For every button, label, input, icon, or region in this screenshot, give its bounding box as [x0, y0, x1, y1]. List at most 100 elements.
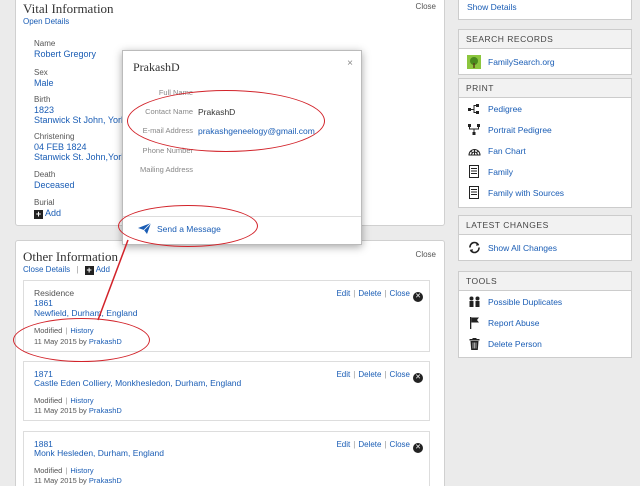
fan-chart-label: Fan Chart — [488, 145, 526, 156]
sex-label: Sex — [34, 68, 48, 77]
card-place[interactable]: Newfield, Durham, England — [34, 308, 137, 318]
sex-field: Sex Male — [34, 68, 54, 88]
report-abuse[interactable]: Report Abuse — [459, 312, 631, 333]
tools-box: TOOLS Possible Duplicates Report Abuse D… — [458, 271, 632, 358]
add-label: Add — [95, 265, 110, 274]
document-icon — [467, 186, 481, 200]
print-box: PRINT Pedigree Portrait Pedigree Fan Cha… — [458, 78, 632, 208]
user-link[interactable]: PrakashD — [89, 476, 122, 485]
familysearch-link[interactable]: FamilySearch.org — [459, 49, 631, 74]
familysearch-label: FamilySearch.org — [488, 56, 555, 67]
document-icon — [467, 165, 481, 179]
christening-date[interactable]: 04 FEB 1824 — [34, 142, 134, 152]
delete-link[interactable]: Delete — [358, 370, 381, 379]
sex-value[interactable]: Male — [34, 78, 54, 88]
birth-field: Birth 1823 Stanwick St John, Yorks. — [34, 95, 133, 125]
search-records-heading: SEARCH RECORDS — [459, 30, 631, 49]
close-icon[interactable]: ✕ — [413, 292, 423, 302]
delete-link[interactable]: Delete — [358, 289, 381, 298]
birth-label: Birth — [34, 95, 51, 104]
death-value[interactable]: Deceased — [34, 180, 75, 190]
history-link[interactable]: History — [70, 396, 93, 405]
modified-date: 11 May 2015 by — [34, 476, 87, 485]
flag-icon — [467, 316, 481, 330]
print-fan-chart[interactable]: Fan Chart — [459, 140, 631, 161]
burial-label: Burial — [34, 198, 55, 207]
other-toolbar: Close Details | + Add — [23, 265, 110, 275]
show-all-changes[interactable]: Show All Changes — [459, 235, 631, 260]
death-label: Death — [34, 170, 56, 179]
print-family-with-sources[interactable]: Family with Sources — [459, 182, 631, 203]
modified-label: Modified — [34, 396, 63, 405]
burial-field: Burial + Add — [34, 198, 61, 219]
burial-add-button[interactable]: + Add — [34, 208, 61, 219]
history-link[interactable]: History — [70, 466, 93, 475]
mailing-address-row: Mailing Address — [123, 165, 363, 177]
birth-place[interactable]: Stanwick St John, Yorks. — [34, 115, 133, 125]
close-icon[interactable]: ✕ — [413, 443, 423, 453]
open-details-link[interactable]: Open Details — [23, 17, 69, 26]
print-pedigree[interactable]: Pedigree — [459, 98, 631, 119]
other-close-link[interactable]: Close — [416, 250, 436, 259]
print-heading: PRINT — [459, 79, 631, 98]
possible-duplicates[interactable]: Possible Duplicates — [459, 291, 631, 312]
christening-place[interactable]: Stanwick St. John,York,E — [34, 152, 134, 162]
plus-icon: + — [34, 209, 43, 219]
card-date-row: 11 May 2015 by PrakashD — [34, 406, 122, 415]
possible-duplicates-label: Possible Duplicates — [488, 296, 563, 307]
edit-link[interactable]: Edit — [336, 370, 350, 379]
user-link[interactable]: PrakashD — [89, 406, 122, 415]
vital-close-link[interactable]: Close — [416, 2, 436, 11]
pedigree-icon — [467, 102, 481, 116]
card-place[interactable]: Monk Hesleden, Durham, England — [34, 448, 164, 458]
show-details-box: Show Details — [458, 0, 632, 20]
people-icon — [467, 295, 481, 309]
tools-heading: TOOLS — [459, 272, 631, 291]
latest-changes-box: LATEST CHANGES Show All Changes — [458, 215, 632, 261]
other-title: Other Information — [23, 249, 118, 264]
card-actions: Edit | Delete | Close ✕ — [336, 370, 423, 383]
trash-icon — [467, 337, 481, 351]
residence-card-1871: Edit | Delete | Close ✕ 1871 Castle Eden Coll… — [23, 361, 430, 421]
close-icon[interactable]: × — [347, 58, 353, 69]
show-details-link[interactable]: Show Details — [467, 2, 517, 12]
name-value[interactable]: Robert Gregory — [34, 49, 96, 59]
card-close-link[interactable]: Close — [390, 289, 410, 298]
card-year[interactable]: 1861 — [34, 298, 53, 308]
edit-link[interactable]: Edit — [336, 440, 350, 449]
portrait-pedigree-icon — [467, 123, 481, 137]
pedigree-label: Pedigree — [488, 103, 523, 114]
show-all-changes-label: Show All Changes — [488, 242, 557, 253]
card-close-link[interactable]: Close — [390, 440, 410, 449]
death-field: Death Deceased — [34, 170, 75, 190]
mailing-address-label: Mailing Address — [140, 165, 193, 174]
card-modified-row: Modified | History — [34, 396, 94, 405]
delete-person[interactable]: Delete Person — [459, 333, 631, 354]
edit-link[interactable]: Edit — [336, 289, 350, 298]
christening-label: Christening — [34, 132, 75, 141]
vital-title: Vital Information — [23, 1, 114, 16]
modified-label: Modified — [34, 466, 63, 475]
card-close-link[interactable]: Close — [390, 370, 410, 379]
print-portrait-pedigree[interactable]: Portrait Pedigree — [459, 119, 631, 140]
contact-popup-title: PrakashD — [133, 60, 180, 74]
add-other-button[interactable]: + Add — [84, 265, 110, 275]
annotation-ellipse-contact — [127, 90, 325, 152]
delete-person-label: Delete Person — [488, 338, 542, 349]
card-date-row: 11 May 2015 by PrakashD — [34, 476, 122, 485]
birth-date[interactable]: 1823 — [34, 105, 133, 115]
card-actions: Edit | Delete | Close ✕ — [336, 289, 423, 302]
card-place[interactable]: Castle Eden Colliery, Monkhesledon, Durh… — [34, 378, 241, 388]
family-label: Family — [488, 166, 514, 177]
close-details-link[interactable]: Close Details — [23, 265, 70, 274]
plus-icon: + — [84, 265, 94, 275]
christening-field: Christening 04 FEB 1824 Stanwick St. Joh… — [34, 132, 134, 162]
delete-link[interactable]: Delete — [358, 440, 381, 449]
print-family[interactable]: Family — [459, 161, 631, 182]
report-abuse-label: Report Abuse — [488, 317, 540, 328]
card-actions: Edit | Delete | Close ✕ — [336, 440, 423, 453]
name-field: Name Robert Gregory — [34, 39, 96, 59]
annotation-ellipse-user — [13, 318, 150, 362]
card-type: Residence — [34, 288, 75, 298]
close-icon[interactable]: ✕ — [413, 373, 423, 383]
